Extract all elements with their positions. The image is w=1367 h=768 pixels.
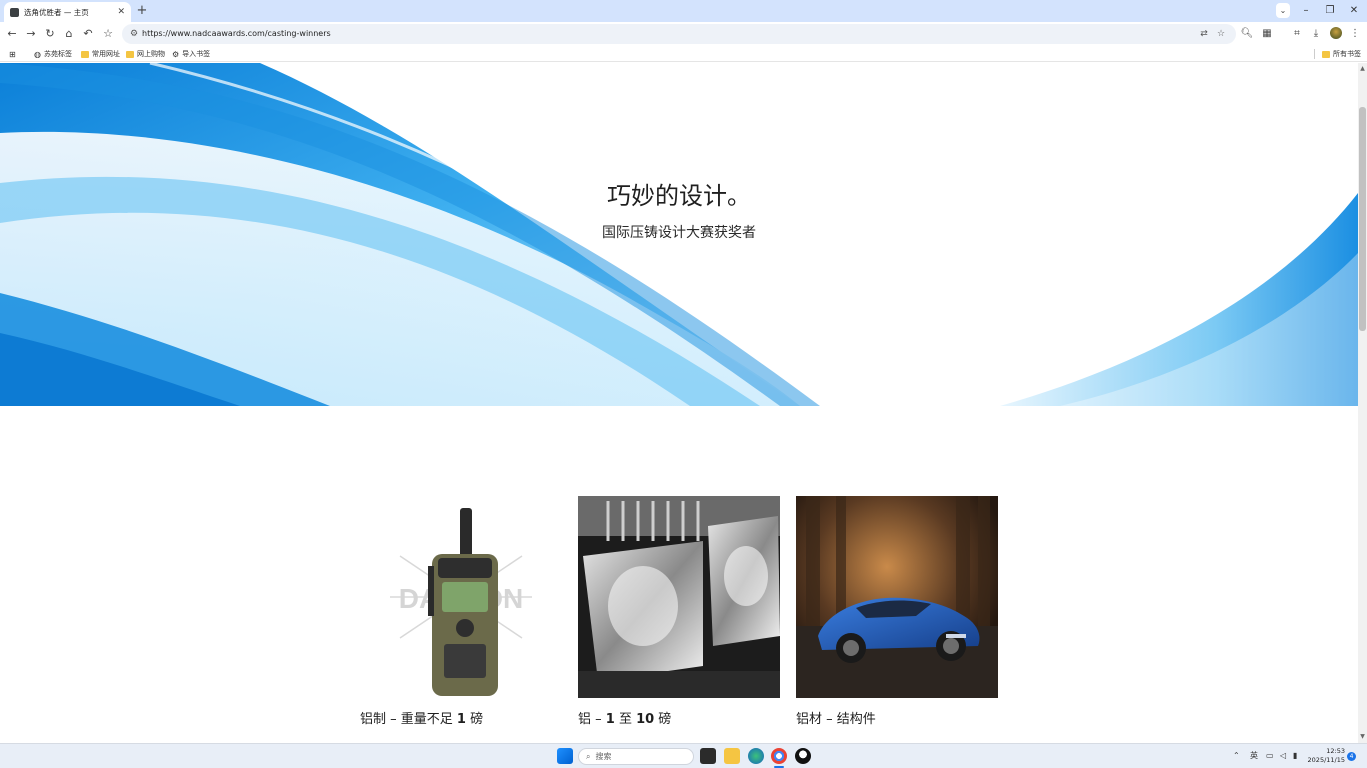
close-tab-icon[interactable]: ✕: [117, 7, 125, 17]
search-icon: ⌕: [586, 751, 591, 761]
bookmark-star-icon[interactable]: ☆: [100, 26, 116, 42]
volume-icon[interactable]: ◁: [1280, 749, 1286, 763]
tab-strip: 选角优胜者 — 主页 ✕ + ⌄ – ❐ ✕: [0, 0, 1367, 22]
ime-indicator[interactable]: 英: [1250, 749, 1258, 763]
all-bookmarks-folder[interactable]: 所有书签: [1322, 48, 1361, 60]
network-icon[interactable]: ▭: [1266, 749, 1274, 763]
crop-icon[interactable]: ⌗: [1289, 26, 1305, 42]
windows-taskbar: ⌕ 搜索 ⌃ 英 ▭ ◁ ▮ 12:53 2025/11/15 4: [0, 743, 1367, 768]
zoom-search-icon[interactable]: 🔍︎: [1239, 26, 1255, 42]
profile-avatar[interactable]: [1330, 27, 1342, 39]
minimize-button[interactable]: –: [1297, 3, 1315, 19]
translate-icon[interactable]: ⇄: [1197, 27, 1211, 41]
bookmark-item[interactable]: ⚙ 导入书签: [172, 48, 210, 60]
taskbar-search[interactable]: ⌕ 搜索: [578, 748, 694, 765]
tab-title: 选角优胜者 — 主页: [24, 7, 89, 17]
card-caption: 铝 – 1 至 10 磅: [578, 712, 672, 727]
card-caption: 铝制 – 重量不足 1 磅: [360, 712, 484, 727]
browser-toolbar: ← → ↻ ⌂ ↶ ☆ ⚙ https://www.nadcaawards.co…: [0, 22, 1367, 46]
undo-button[interactable]: ↶: [80, 26, 96, 42]
qq-icon[interactable]: [795, 748, 811, 764]
card-caption: 铝材 – 结构件: [796, 712, 876, 727]
bookmark-folder[interactable]: 网上购物: [126, 48, 165, 60]
home-button[interactable]: ⌂: [61, 26, 77, 42]
winner-card[interactable]: 铝材 – 结构件: [796, 496, 998, 727]
page-scrollbar[interactable]: ▲ ▼: [1358, 63, 1367, 743]
headlamp-image[interactable]: [578, 496, 780, 698]
close-window-button[interactable]: ✕: [1345, 3, 1363, 19]
url-text[interactable]: https://www.nadcaawards.com/casting-winn…: [142, 27, 331, 41]
bookmarks-bar: ⊞ ◍ 苏苑标签 常用网址 网上购物 ⚙ 导入书签 所有书签: [0, 46, 1367, 62]
download-icon[interactable]: ⤓: [1308, 26, 1324, 42]
web-page: 巧妙的设计。 国际压铸设计大赛获奖者 DANGON 铝制 – 重量不足: [0, 63, 1358, 743]
folder-icon: [126, 50, 134, 58]
active-tab[interactable]: 选角优胜者 — 主页 ✕: [4, 2, 131, 22]
tab-search-button[interactable]: ⌄: [1276, 3, 1290, 18]
bookmark-folder[interactable]: 常用网址: [81, 48, 120, 60]
site-favicon-icon: [10, 7, 19, 17]
start-icon[interactable]: [557, 748, 573, 764]
scroll-up-icon[interactable]: ▲: [1358, 65, 1367, 73]
hero-banner: 巧妙的设计。 国际压铸设计大赛获奖者: [0, 63, 1358, 406]
forward-button[interactable]: →: [23, 26, 39, 42]
battery-icon[interactable]: ▮: [1293, 749, 1297, 763]
winner-card[interactable]: DANGON 铝制 – 重量不足 1 磅: [360, 496, 562, 727]
menu-icon[interactable]: ⋮: [1347, 26, 1363, 42]
hero-subtitle: 国际压铸设计大赛获奖者: [602, 225, 756, 241]
folder-icon: [81, 50, 89, 58]
site-info-icon[interactable]: ⚙: [127, 27, 141, 41]
gear-icon: ⚙: [172, 49, 180, 59]
apps-grid-icon[interactable]: ⊞: [9, 48, 19, 60]
reload-button[interactable]: ↻: [42, 26, 58, 42]
extensions-icon[interactable]: ▦: [1259, 26, 1275, 42]
bookmark-item[interactable]: ◍ 苏苑标签: [34, 48, 72, 60]
task-view-icon[interactable]: [700, 748, 716, 764]
radio-device-image[interactable]: DANGON: [360, 496, 562, 698]
show-hidden-icons[interactable]: ⌃: [1233, 749, 1240, 763]
scroll-down-icon[interactable]: ▼: [1358, 733, 1367, 741]
scroll-thumb[interactable]: [1359, 107, 1366, 331]
divider: [1314, 49, 1315, 59]
file-explorer-icon[interactable]: [724, 748, 740, 764]
folder-icon: [1322, 50, 1330, 58]
restore-button[interactable]: ❐: [1321, 3, 1339, 19]
system-clock[interactable]: 12:53 2025/11/15: [1303, 747, 1345, 765]
blue-car-image[interactable]: [796, 496, 998, 698]
hero-title: 巧妙的设计。: [607, 182, 751, 210]
back-button[interactable]: ←: [4, 26, 20, 42]
notification-badge[interactable]: 4: [1347, 752, 1356, 761]
address-bar[interactable]: ⚙ https://www.nadcaawards.com/casting-wi…: [122, 24, 1236, 44]
new-tab-button[interactable]: +: [135, 3, 149, 19]
star-icon[interactable]: ☆: [1214, 27, 1228, 41]
chrome-browser-icon[interactable]: [771, 748, 787, 764]
winner-card[interactable]: 铝 – 1 至 10 磅: [578, 496, 780, 727]
edge-browser-icon[interactable]: [748, 748, 764, 764]
globe-icon: ◍: [34, 49, 41, 59]
